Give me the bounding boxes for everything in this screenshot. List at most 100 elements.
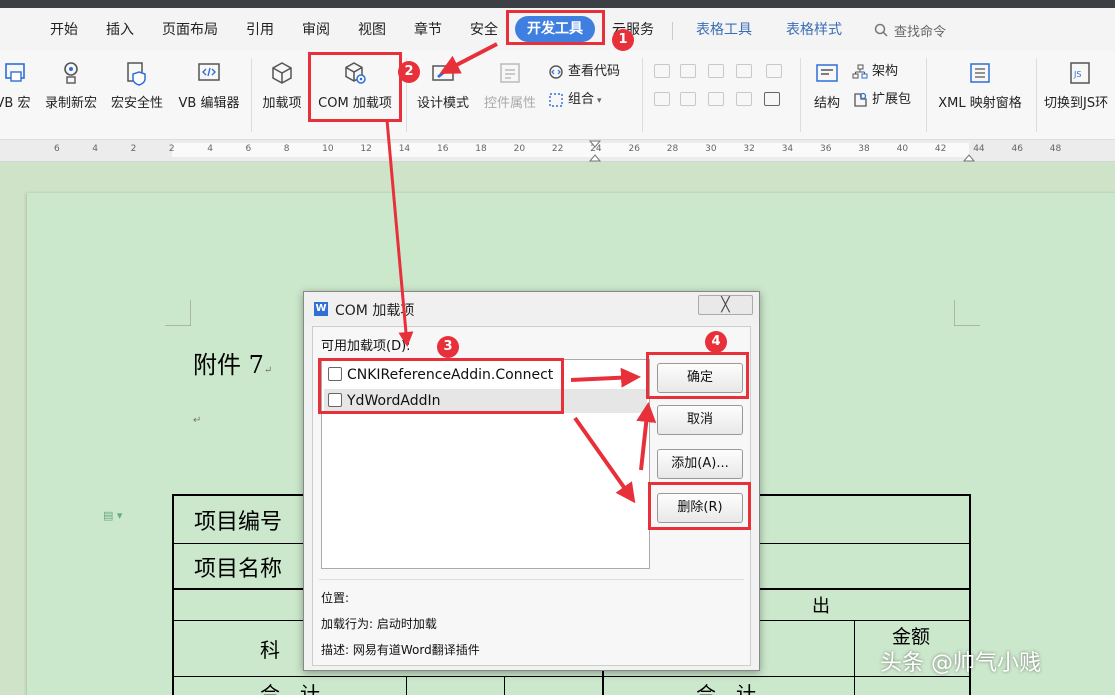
table-row-line <box>174 676 969 677</box>
tab-table-styles[interactable]: 表格样式 <box>786 19 842 39</box>
picture-control-icon[interactable] <box>708 64 724 78</box>
highlight-box-ok <box>646 352 749 399</box>
addins-button[interactable]: 加载项 <box>258 60 306 116</box>
cube-icon <box>272 62 292 84</box>
design-mode-button[interactable]: 设计模式 <box>414 60 472 116</box>
horizontal-ruler[interactable]: 6 4 2 2 4 6 8 10 12 14 16 18 20 22 24 26 28 30 32 34 36 38 40 4… <box>0 140 1115 162</box>
control-properties-button[interactable]: 控件属性 <box>480 60 540 116</box>
building-block-icon[interactable] <box>736 64 752 78</box>
js-switch-icon: JS <box>1069 62 1090 84</box>
step-marker: 2 <box>398 61 420 83</box>
cell-project-name[interactable]: 项目名称 <box>194 551 282 583</box>
cell-total-left[interactable]: 合 计 <box>260 678 320 695</box>
record-macro-button[interactable]: 录制新宏 <box>42 60 100 116</box>
ruler-number: 28 <box>666 144 679 154</box>
tab-security[interactable]: 安全 <box>470 19 498 39</box>
ruler-number: 2 <box>168 144 175 154</box>
step-marker: 1 <box>612 29 634 51</box>
view-code-button[interactable]: 查看代码 <box>548 62 620 82</box>
ruler-number: 14 <box>398 144 411 154</box>
search-placeholder: 查找命令 <box>894 25 947 40</box>
text-control-icon[interactable] <box>654 64 670 78</box>
tab-table-tools[interactable]: 表格工具 <box>696 19 752 39</box>
expansion-pack-button[interactable]: 扩展包 <box>852 90 911 110</box>
close-icon: ╳ <box>721 297 730 313</box>
title-strip <box>0 0 1115 8</box>
highlight-box-com-addins <box>308 52 402 122</box>
structure-icon <box>816 64 838 82</box>
table-col-line <box>504 676 505 695</box>
date-control-icon[interactable] <box>708 92 724 106</box>
rich-text-control-icon[interactable] <box>680 64 696 78</box>
ruler-number: 40 <box>896 144 909 154</box>
dialog-titlebar[interactable]: W COM 加载项 ╳ <box>304 292 759 324</box>
menu-divider <box>672 22 673 40</box>
tab-home[interactable]: 开始 <box>50 19 78 39</box>
switch-js-button[interactable]: JS 切换到JS环 <box>1044 60 1115 116</box>
checkbox-control-icon[interactable] <box>766 64 782 78</box>
schema-icon <box>852 64 868 78</box>
cancel-button[interactable]: 取消 <box>657 405 743 435</box>
tab-view[interactable]: 视图 <box>358 19 386 39</box>
ruler-number: 6 <box>54 144 60 154</box>
table-col-line <box>854 620 855 695</box>
ruler-number: 4 <box>207 144 213 154</box>
shield-icon <box>127 62 146 86</box>
cell-subject[interactable]: 科 <box>260 634 280 663</box>
command-search[interactable]: 查找命令 <box>868 21 1028 41</box>
ruler-active-area <box>172 143 969 157</box>
ruler-number: 30 <box>705 144 717 154</box>
tab-review[interactable]: 审阅 <box>302 19 330 39</box>
legacy-tools-icon[interactable] <box>764 92 780 106</box>
ruler-number: 8 <box>283 144 290 154</box>
macro-security-button[interactable]: 宏安全性 <box>108 60 166 116</box>
page-corner-mark <box>954 300 980 326</box>
cell-total-right[interactable]: 合 计 <box>696 678 756 695</box>
available-addins-label: 可用加载项(D): <box>321 339 411 354</box>
ruler-number: 46 <box>1011 144 1023 154</box>
tab-page-layout[interactable]: 页面布局 <box>162 19 218 39</box>
ruler-number: 10 <box>322 144 334 154</box>
com-addins-dialog: W COM 加载项 ╳ 可用加载项(D): CNKIReferenceAddin… <box>303 291 760 671</box>
ruler-number: 34 <box>781 144 794 154</box>
xml-mapping-button[interactable]: XML 映射窗格 <box>932 60 1028 116</box>
add-addin-button[interactable]: 添加(A)... <box>657 449 743 479</box>
repeat-control-icon[interactable] <box>736 92 752 106</box>
search-icon <box>874 23 888 37</box>
ruler-number: 22 <box>551 144 564 154</box>
ruler-number: 38 <box>858 144 870 154</box>
chevron-down-icon: ▾ <box>597 96 602 106</box>
page-corner-mark <box>165 300 191 326</box>
close-button[interactable]: ╳ <box>698 295 753 315</box>
vb-macro-button[interactable]: VB 宏 <box>0 60 34 116</box>
ruler-number: 12 <box>360 144 372 154</box>
ribbon-toolbar: VB 宏 录制新宏 宏安全性 VB 编辑器 加载项 COM 加载项 设计模式 控… <box>0 50 1115 140</box>
combo-control-icon[interactable] <box>654 92 670 106</box>
watermark: 头条 @帅气小贱 <box>880 651 1041 676</box>
description-text: 描述: 网易有道Word翻译插件 <box>321 643 480 657</box>
tab-references[interactable]: 引用 <box>246 19 274 39</box>
svg-text:JS: JS <box>1073 70 1081 79</box>
code-editor-icon <box>198 63 220 81</box>
ruler-number: 4 <box>92 144 99 154</box>
macro-icon <box>5 63 25 82</box>
step-marker: 3 <box>437 336 459 358</box>
record-icon <box>64 62 78 84</box>
cell-expense[interactable]: 出 <box>812 592 830 618</box>
ruler-number: 32 <box>743 144 755 154</box>
tab-section[interactable]: 章节 <box>414 19 442 39</box>
structure-button[interactable]: 结构 <box>808 60 846 116</box>
dropdown-control-icon[interactable] <box>680 92 696 106</box>
ruler-number: 42 <box>934 144 947 154</box>
document-heading[interactable]: 附件 7↵ <box>193 345 272 380</box>
vb-editor-button[interactable]: VB 编辑器 <box>176 60 242 116</box>
ribbon-separator <box>926 58 927 132</box>
schema-button[interactable]: 架构 <box>852 62 898 82</box>
group-dropdown[interactable]: 组合 ▾ <box>548 90 602 110</box>
paste-options-icon[interactable]: ▤ ▾ <box>103 509 122 522</box>
tab-insert[interactable]: 插入 <box>106 19 134 39</box>
indent-marker-icon[interactable] <box>589 140 601 162</box>
ruler-number: 26 <box>628 144 640 154</box>
cell-project-no[interactable]: 项目编号 <box>194 504 282 536</box>
right-indent-icon[interactable] <box>963 148 975 162</box>
